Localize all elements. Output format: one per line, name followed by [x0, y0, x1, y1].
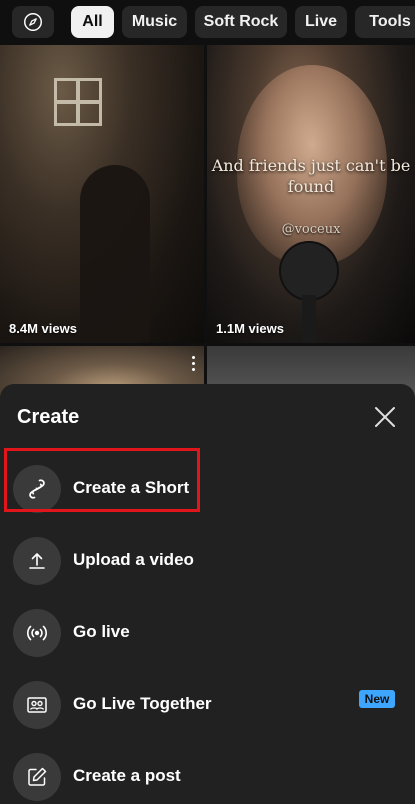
option-label: Go live [73, 622, 130, 641]
live-broadcast-icon [27, 625, 47, 641]
microphone-image [279, 241, 339, 301]
icon-circle [13, 681, 61, 729]
sheet-title: Create [17, 406, 80, 428]
create-post-option[interactable]: Create a post [0, 742, 415, 802]
close-icon [375, 407, 395, 427]
more-options-icon[interactable] [192, 356, 196, 372]
edit-post-icon [28, 767, 47, 786]
chip-soft-rock[interactable]: Soft Rock [195, 6, 287, 38]
microphone-stand-image [302, 295, 316, 343]
window-light-decoration [54, 78, 102, 126]
option-label: Create a post [73, 766, 181, 785]
upload-video-option[interactable]: Upload a video [0, 526, 415, 586]
short-thumbnail[interactable]: And friends just can't be found @voceux … [207, 45, 415, 343]
icon-circle [13, 537, 61, 585]
short-thumbnail[interactable]: 8.4M views [0, 45, 204, 343]
chip-music[interactable]: Music [122, 6, 187, 38]
upload-icon [29, 553, 45, 569]
chip-live[interactable]: Live [295, 6, 347, 38]
icon-circle [13, 753, 61, 801]
dancer-figure [80, 165, 150, 343]
view-count: 8.4M views [9, 321, 77, 336]
highlight-outline [4, 448, 200, 512]
chip-tools[interactable]: Tools [355, 6, 415, 38]
new-badge: New [359, 690, 395, 708]
option-label: Upload a video [73, 550, 194, 569]
view-count: 1.1M views [216, 321, 284, 336]
compass-icon [24, 13, 42, 31]
video-handle: @voceux [281, 222, 341, 237]
option-label: Go Live Together [73, 694, 212, 713]
create-sheet: Create Create a Short Upload a video Go … [0, 384, 415, 804]
explore-button[interactable] [12, 6, 54, 38]
icon-circle [13, 609, 61, 657]
go-live-option[interactable]: Go live [0, 598, 415, 658]
video-caption: And friends just can't be found [211, 156, 411, 196]
go-live-together-option[interactable]: Go Live Together [0, 670, 415, 730]
chip-all[interactable]: All [71, 6, 114, 38]
filter-chip-bar: All Music Soft Rock Live Tools [0, 0, 415, 45]
people-icon [27, 697, 47, 713]
close-button[interactable] [372, 404, 398, 430]
